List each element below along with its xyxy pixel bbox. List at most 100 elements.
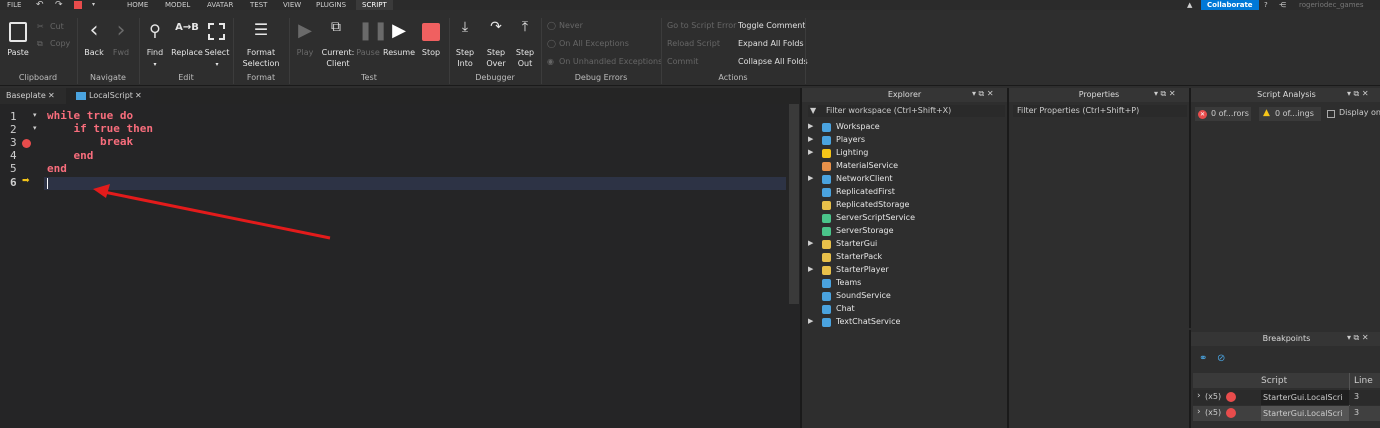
explorer-item[interactable]: Lighting: [836, 148, 868, 158]
explorer-item[interactable]: Teams: [836, 278, 861, 288]
explorer-item[interactable]: ReplicatedStorage: [836, 200, 909, 210]
annotation-arrow: [93, 184, 331, 240]
expand-icon[interactable]: ›: [1197, 407, 1201, 417]
explorer-item[interactable]: NetworkClient: [836, 174, 893, 184]
line-cell: 3: [1354, 392, 1360, 401]
menu-view[interactable]: VIEW: [283, 0, 301, 10]
hit-count: (x5): [1205, 392, 1222, 401]
menu-dropdown-icon[interactable]: ▾: [92, 0, 95, 10]
table-row[interactable]: › (x5) StarterGui.LocalScri 3: [1193, 390, 1380, 405]
step-into-button[interactable]: Step: [452, 47, 478, 58]
explorer-item[interactable]: StarterGui: [836, 239, 877, 249]
properties-filter-input[interactable]: Filter Properties (Ctrl+Shift+P): [1013, 105, 1187, 117]
explorer-item[interactable]: ServerStorage: [836, 226, 894, 236]
tab-baseplate[interactable]: Baseplate ✕: [0, 88, 66, 104]
step-into-icon: ⤓: [461, 19, 469, 35]
col-script[interactable]: Script: [1261, 376, 1287, 386]
undo-icon[interactable]: ↶: [36, 0, 44, 10]
menu-model[interactable]: MODEL: [165, 0, 190, 10]
col-line[interactable]: Line: [1354, 376, 1373, 386]
collaborate-button[interactable]: Collaborate: [1201, 0, 1259, 10]
tab-localscript[interactable]: LocalScript ✕: [70, 88, 154, 104]
step-out-button[interactable]: Step: [512, 47, 538, 58]
service-icon: [822, 266, 831, 275]
line-cell: 3: [1354, 408, 1360, 417]
menu-script[interactable]: SCRIPT: [356, 0, 393, 10]
toggle-comment-button[interactable]: Toggle Comment: [738, 21, 805, 31]
find-button[interactable]: Find: [145, 47, 165, 58]
format-icon: ☰: [253, 20, 269, 39]
table-row[interactable]: › (x5) StarterGui.LocalScri 3: [1193, 406, 1380, 421]
paste-button[interactable]: Paste: [4, 47, 32, 58]
radio-never[interactable]: ◯: [547, 21, 556, 31]
expand-all-folds-button[interactable]: Expand All Folds: [738, 39, 804, 49]
menu-test[interactable]: TEST: [250, 0, 267, 10]
add-breakpoint-icon[interactable]: ⚭: [1199, 353, 1207, 364]
stop-small-icon[interactable]: [74, 1, 82, 9]
resume-button[interactable]: Resume: [383, 47, 415, 58]
radio-all-exceptions[interactable]: ◯: [547, 39, 556, 49]
fwd-button[interactable]: Fwd: [111, 47, 131, 58]
explorer-item[interactable]: MaterialService: [836, 161, 898, 171]
annotation-arrow-head: [93, 184, 110, 198]
paste-icon[interactable]: [9, 22, 27, 42]
find-dropdown-icon[interactable]: ▾: [146, 59, 164, 70]
step-out-label: Out: [517, 59, 533, 68]
username[interactable]: rogeriodec_games: [1299, 0, 1363, 10]
panel-controls-icon[interactable]: ▾ ⧉ ✕: [972, 89, 994, 99]
select-button[interactable]: Select: [204, 47, 230, 58]
expand-arrow-icon[interactable]: ▶: [808, 122, 813, 130]
explorer-item[interactable]: ServerScriptService: [836, 213, 915, 223]
current-client-button[interactable]: Current:: [320, 47, 356, 58]
select-dropdown-icon[interactable]: ▾: [208, 59, 226, 70]
explorer-item[interactable]: Chat: [836, 304, 855, 314]
explorer-item[interactable]: SoundService: [836, 291, 891, 301]
expand-arrow-icon[interactable]: ▶: [808, 239, 813, 247]
menu-file[interactable]: FILE: [7, 0, 21, 10]
copy-button[interactable]: Copy: [50, 39, 70, 49]
menu-home[interactable]: HOME: [127, 0, 148, 10]
expand-arrow-icon[interactable]: ▶: [808, 265, 813, 273]
panel-controls-icon[interactable]: ▾ ⧉ ✕: [1154, 89, 1176, 99]
close-icon[interactable]: ✕: [48, 88, 55, 104]
play-button[interactable]: Play: [292, 47, 318, 58]
back-button[interactable]: Back: [84, 47, 104, 58]
expand-icon[interactable]: ›: [1197, 391, 1201, 401]
explorer-item[interactable]: StarterPack: [836, 252, 882, 262]
commit-button[interactable]: Commit: [667, 57, 698, 67]
code-editor[interactable]: 1 2 3 4 5 6 ▾ ▾ ➡ while true do if true …: [0, 104, 800, 428]
explorer-item[interactable]: ReplicatedFirst: [836, 187, 895, 197]
menu-plugins[interactable]: PLUGINS: [316, 0, 346, 10]
step-over-button[interactable]: Step: [483, 47, 509, 58]
close-icon[interactable]: ✕: [135, 88, 142, 104]
pause-button[interactable]: Pause: [354, 47, 382, 58]
explorer-item[interactable]: Players: [836, 135, 865, 145]
radio-unhandled[interactable]: ◉: [547, 57, 554, 67]
share-icon[interactable]: ⋲: [1279, 0, 1286, 10]
expand-arrow-icon[interactable]: ▶: [808, 317, 813, 325]
expand-arrow-icon[interactable]: ▶: [808, 135, 813, 143]
service-icon: [822, 305, 831, 314]
explorer-filter-input[interactable]: Filter workspace (Ctrl+Shift+X): [808, 105, 1005, 117]
expand-arrow-icon[interactable]: ▶: [808, 148, 813, 156]
collapse-all-folds-button[interactable]: Collapse All Folds: [738, 57, 808, 67]
menu-avatar[interactable]: AVATAR: [207, 0, 233, 10]
explorer-item[interactable]: Workspace: [836, 122, 880, 132]
format-selection-button[interactable]: Format: [238, 47, 284, 58]
cut-button[interactable]: Cut: [50, 22, 64, 32]
script-cell: StarterGui.LocalScri: [1261, 390, 1349, 405]
toggle-breakpoints-icon[interactable]: ⊘: [1217, 353, 1225, 364]
explorer-item[interactable]: StarterPlayer: [836, 265, 889, 275]
panel-controls-icon[interactable]: ▾ ⧉ ✕: [1347, 333, 1369, 343]
display-only-checkbox[interactable]: [1327, 110, 1335, 118]
panel-controls-icon[interactable]: ▾ ⧉ ✕: [1347, 89, 1369, 99]
replace-button[interactable]: Replace: [170, 47, 204, 58]
help-icon[interactable]: ?: [1264, 0, 1268, 10]
reload-script-button[interactable]: Reload Script: [667, 39, 720, 49]
goto-script-error-button[interactable]: Go to Script Error: [667, 21, 736, 31]
stop-button[interactable]: Stop: [418, 47, 444, 58]
up-icon[interactable]: ▲: [1187, 0, 1192, 10]
explorer-item[interactable]: TextChatService: [836, 317, 900, 327]
redo-icon[interactable]: ↷: [55, 0, 63, 10]
expand-arrow-icon[interactable]: ▶: [808, 174, 813, 182]
